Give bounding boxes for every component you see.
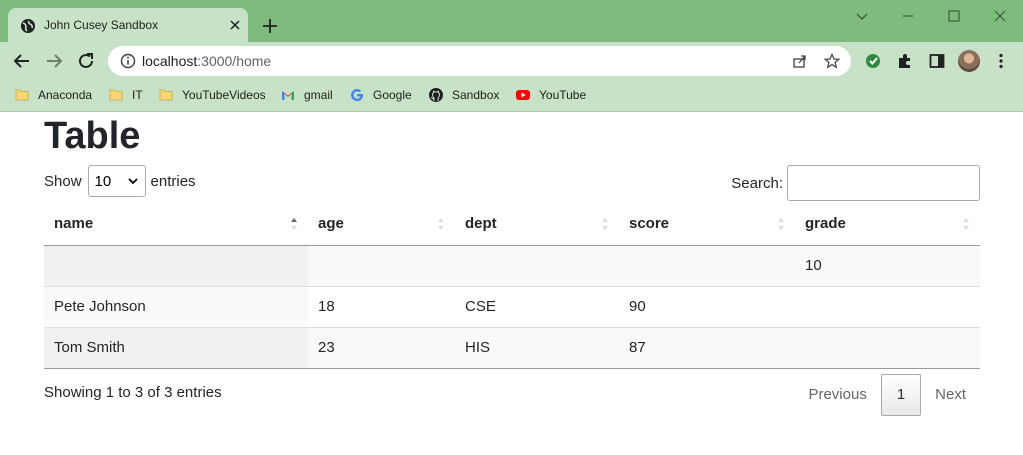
bookmark-youtube[interactable]: YouTube: [515, 86, 586, 104]
column-label: grade: [805, 215, 846, 233]
entries-per-page-select[interactable]: 10: [87, 165, 146, 197]
table-row: Pete Johnson 18 CSE 90: [44, 286, 980, 328]
more-vert-icon[interactable]: [992, 52, 1010, 70]
table-row: Tom Smith 23 HIS 87: [44, 327, 980, 369]
cell-grade: [795, 286, 980, 328]
pagination: Previous 1 Next: [794, 374, 980, 416]
folder-icon: [158, 87, 174, 103]
cell-dept: CSE: [455, 286, 619, 328]
star-icon[interactable]: [824, 53, 840, 69]
bookmark-label: IT: [132, 88, 143, 102]
folder-icon: [108, 87, 124, 103]
avatar[interactable]: [958, 50, 980, 72]
table-header-row: name age dept score grade: [44, 203, 980, 246]
cell-score: [619, 245, 795, 287]
maximize-icon[interactable]: [946, 8, 962, 24]
data-table: name age dept score grade 10 Pete Johnso…: [44, 203, 980, 369]
cell-grade: [795, 327, 980, 369]
url-text: localhost:3000/home: [142, 53, 271, 69]
bookmark-it[interactable]: IT: [108, 86, 143, 104]
gmail-icon: [280, 87, 296, 103]
cell-name: Pete Johnson: [44, 286, 308, 328]
browser-title-bar: John Cusey Sandbox: [0, 0, 1023, 42]
page-1-button[interactable]: 1: [880, 374, 922, 416]
minimize-icon[interactable]: [900, 8, 916, 24]
share-icon[interactable]: [792, 53, 808, 69]
search-control: Search:: [731, 165, 980, 201]
column-header-name[interactable]: name: [44, 203, 308, 246]
chevron-down-icon: [127, 175, 139, 187]
column-label: age: [318, 215, 344, 233]
cell-name: Tom Smith: [44, 327, 308, 369]
cell-grade: 10: [795, 245, 980, 287]
table-info: Showing 1 to 3 of 3 entries: [44, 384, 222, 401]
length-prefix: Show: [44, 172, 82, 190]
cell-dept: [455, 245, 619, 287]
bookmark-label: Google: [373, 88, 412, 102]
youtube-icon: [515, 87, 531, 103]
google-icon: [349, 87, 365, 103]
close-window-icon[interactable]: [992, 8, 1008, 24]
cell-score: 87: [619, 327, 795, 369]
sort-both-icon: [962, 216, 970, 232]
back-arrow-icon[interactable]: [12, 51, 32, 71]
globe-icon: [20, 18, 36, 34]
cell-dept: HIS: [455, 327, 619, 369]
cell-score: 90: [619, 286, 795, 328]
forward-arrow-icon[interactable]: [44, 51, 64, 71]
column-header-grade[interactable]: grade: [795, 203, 980, 246]
bookmark-anaconda[interactable]: Anaconda: [14, 86, 92, 104]
info-icon[interactable]: [120, 53, 136, 69]
browser-toolbar: localhost:3000/home: [0, 42, 1023, 80]
column-label: dept: [465, 215, 497, 233]
entries-per-page-value: 10: [94, 172, 112, 190]
cell-age: 23: [308, 327, 455, 369]
url-host: localhost: [142, 53, 198, 69]
bookmarks-bar: Anaconda IT YouTubeVideos gmail Google S…: [0, 80, 1023, 112]
sort-both-icon: [437, 216, 445, 232]
column-header-dept[interactable]: dept: [455, 203, 619, 246]
bookmark-label: YouTubeVideos: [182, 88, 266, 102]
puzzle-icon[interactable]: [896, 52, 914, 70]
bookmark-label: Anaconda: [38, 88, 93, 102]
chevron-down-icon[interactable]: [854, 8, 870, 24]
table-row: 10: [44, 245, 980, 287]
close-icon[interactable]: [227, 17, 243, 33]
cell-name: [44, 245, 308, 287]
side-panel-icon[interactable]: [928, 52, 946, 70]
bookmark-youtubevideos[interactable]: YouTubeVideos: [158, 86, 266, 104]
search-input[interactable]: [787, 165, 980, 201]
bookmark-label: Sandbox: [452, 88, 500, 102]
tab-title: John Cusey Sandbox: [44, 18, 159, 32]
sort-both-icon: [777, 216, 785, 232]
sort-both-icon: [601, 216, 609, 232]
bookmark-label: gmail: [304, 88, 333, 102]
column-label: name: [54, 215, 94, 233]
address-bar[interactable]: localhost:3000/home: [108, 46, 851, 76]
github-icon: [428, 87, 444, 103]
folder-icon: [14, 87, 30, 103]
bookmark-sandbox[interactable]: Sandbox: [428, 86, 499, 104]
new-tab-icon[interactable]: [260, 16, 280, 36]
bookmark-label: YouTube: [539, 88, 587, 102]
entries-length-control: Show 10 entries: [44, 165, 196, 197]
column-header-score[interactable]: score: [619, 203, 795, 246]
cell-age: 18: [308, 286, 455, 328]
url-path: :3000/home: [197, 53, 272, 69]
search-label: Search:: [731, 174, 783, 192]
page-title: Table: [44, 115, 141, 157]
column-header-age[interactable]: age: [308, 203, 455, 246]
column-label: score: [629, 215, 670, 233]
reload-icon[interactable]: [76, 51, 96, 71]
bookmark-google[interactable]: Google: [349, 86, 412, 104]
browser-tab[interactable]: John Cusey Sandbox: [8, 8, 248, 42]
previous-button[interactable]: Previous: [794, 374, 880, 416]
cell-age: [308, 245, 455, 287]
extension-green-icon[interactable]: [864, 52, 882, 70]
next-button[interactable]: Next: [921, 374, 980, 416]
bookmark-gmail[interactable]: gmail: [280, 86, 333, 104]
length-suffix: entries: [150, 172, 196, 190]
sort-asc-icon: [290, 216, 298, 232]
